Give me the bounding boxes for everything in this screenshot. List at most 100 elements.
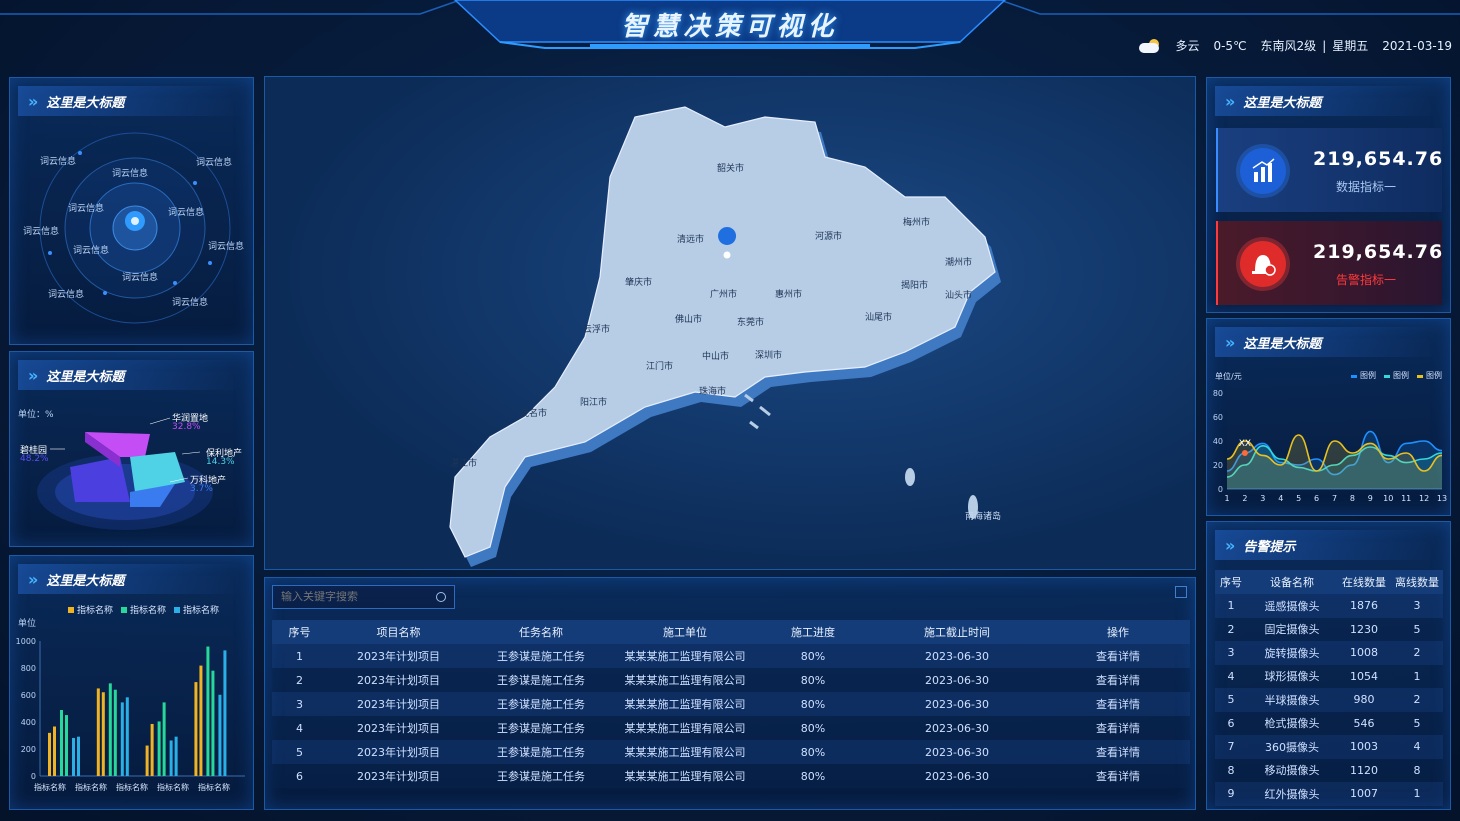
- kpi-label: 告警指标一: [1336, 273, 1397, 287]
- table-row: 9 红外摄像头 1007 1: [1215, 782, 1443, 806]
- table-row: 2 固定摄像头 1230 5: [1215, 617, 1443, 641]
- kpi-card-alarm: 219,654.76 告警指标一: [1216, 221, 1442, 305]
- table-cell: 2023-06-30: [868, 716, 1046, 740]
- bar: [53, 726, 56, 776]
- line-legend: 图例 图例 图例: [1351, 370, 1442, 381]
- weather-separator: |: [1322, 38, 1327, 53]
- bar: [77, 736, 80, 776]
- view-details-link[interactable]: 查看详情: [1046, 764, 1190, 788]
- table-cell: 2023-06-30: [868, 644, 1046, 668]
- city-label: 河源市: [815, 232, 843, 242]
- offline-count: 4: [1391, 735, 1443, 759]
- panel-title: 这里是大标题: [1243, 336, 1322, 352]
- chart-icon: [1240, 148, 1286, 194]
- table-cell: 1120: [1337, 758, 1391, 782]
- search-icon[interactable]: [436, 592, 446, 602]
- offline-count: 1: [1391, 664, 1443, 688]
- table-cell: 1876: [1337, 594, 1391, 618]
- city-label: 汕头市: [945, 291, 973, 301]
- view-details-link[interactable]: 查看详情: [1046, 716, 1190, 740]
- panel-alarm: » 告警提示 序号 设备名称 在线数量 离线数量 1 遥感摄像头 1876 3 2 固定摄…: [1206, 521, 1451, 810]
- table-row: 6 2023年计划项目 王参谋是施工任务 某某某施工监理有限公司 80% 2023-06-…: [272, 764, 1190, 788]
- panel-title: 这里是大标题: [46, 573, 125, 589]
- city-label: 梅州市: [903, 218, 931, 228]
- view-details-link[interactable]: 查看详情: [1046, 692, 1190, 716]
- x-tick-label: 指标名称: [34, 782, 66, 792]
- radar-label: 词云信息: [48, 290, 85, 300]
- table-cell: 半球摄像头: [1247, 688, 1337, 712]
- table-cell: 3: [272, 692, 327, 716]
- x-tick-label: 3: [1260, 494, 1265, 503]
- column-header: 施工单位: [612, 620, 758, 644]
- panel-header: » 这里是大标题: [18, 564, 245, 594]
- table-row: 2 2023年计划项目 王参谋是施工任务 某某某施工监理有限公司 80% 2023-06-…: [272, 668, 1190, 692]
- double-chevron-icon: »: [1225, 91, 1236, 111]
- table-cell: 王参谋是施工任务: [470, 668, 612, 692]
- bar: [108, 683, 112, 776]
- table-cell: 1003: [1337, 735, 1391, 759]
- table-cell: 360摄像头: [1247, 735, 1337, 759]
- table-cell: 枪式摄像头: [1247, 711, 1337, 735]
- table-row: 5 半球摄像头 980 2: [1215, 688, 1443, 712]
- pie-label-value: 3.7%: [190, 484, 213, 494]
- bar: [218, 694, 222, 776]
- table-cell: 80%: [758, 644, 868, 668]
- weather-weekday: 星期五: [1332, 39, 1369, 53]
- search-box[interactable]: [272, 585, 455, 609]
- line-chart: 8060402001 2 3 4 5 6 7 8 9 10 11 12 13XX: [1213, 389, 1447, 503]
- city-label: 清远市: [677, 235, 705, 245]
- bar: [169, 740, 173, 776]
- panel-header: » 这里是大标题: [18, 86, 245, 116]
- table-cell: 80%: [758, 740, 868, 764]
- table-cell: 某某某施工监理有限公司: [612, 764, 758, 788]
- table-row: 3 旋转摄像头 1008 2: [1215, 641, 1443, 665]
- table-cell: 980: [1337, 688, 1391, 712]
- table-row: 1 2023年计划项目 王参谋是施工任务 某某某施工监理有限公司 80% 2023-06-…: [272, 644, 1190, 668]
- alarm-icon: [1240, 241, 1286, 287]
- bar-chart: 10008006004002000指标名称 指标名称 指标名称 指标名称 指标名称: [16, 637, 245, 792]
- city-label: 汕尾市: [865, 313, 893, 323]
- x-tick-label: 9: [1368, 494, 1373, 503]
- table-cell: 某某某施工监理有限公司: [612, 644, 758, 668]
- offline-count: 3: [1391, 594, 1443, 618]
- bar: [96, 688, 100, 776]
- project-table: 序号 项目名称 任务名称 施工单位 施工进度 施工截止时间 操作 1 2023年计…: [272, 620, 1190, 788]
- header: 智慧决策可视化 多云 0-5℃ 东南风2级 | 星期五 2021-03-19: [0, 0, 1460, 60]
- column-header: 离线数量: [1391, 570, 1443, 594]
- table-row: 6 枪式摄像头 546 5: [1215, 711, 1443, 735]
- table-cell: 1054: [1337, 664, 1391, 688]
- table-row: 3 2023年计划项目 王参谋是施工任务 某某某施工监理有限公司 80% 2023-06-…: [272, 692, 1190, 716]
- column-header: 序号: [272, 620, 327, 644]
- table-row: 4 球形摄像头 1054 1: [1215, 664, 1443, 688]
- panel-header: » 这里是大标题: [1215, 86, 1442, 116]
- city-label: 中山市: [702, 352, 730, 362]
- city-label: 揭阳市: [901, 281, 929, 291]
- x-tick-label: 指标名称: [198, 782, 230, 792]
- bar: [211, 670, 215, 776]
- city-label: 东莞市: [737, 318, 765, 328]
- table-row: 4 2023年计划项目 王参谋是施工任务 某某某施工监理有限公司 80% 2023-06-…: [272, 716, 1190, 740]
- view-details-link[interactable]: 查看详情: [1046, 644, 1190, 668]
- bar: [145, 745, 149, 776]
- table-body: 1 2023年计划项目 王参谋是施工任务 某某某施工监理有限公司 80% 2023-06-…: [272, 644, 1190, 788]
- expand-icon[interactable]: [1175, 586, 1187, 598]
- offline-count: 2: [1391, 688, 1443, 712]
- view-details-link[interactable]: 查看详情: [1046, 668, 1190, 692]
- table-cell: 王参谋是施工任务: [470, 644, 612, 668]
- double-chevron-icon: »: [28, 91, 39, 111]
- legend-item: 指标名称: [68, 603, 113, 616]
- view-details-link[interactable]: 查看详情: [1046, 740, 1190, 764]
- partly-cloudy-icon: [1139, 38, 1161, 53]
- x-tick-label: 2: [1242, 494, 1247, 503]
- guangdong-map: [449, 106, 1001, 567]
- city-label: 茂名市: [520, 409, 548, 419]
- x-tick-label: 5: [1296, 494, 1301, 503]
- y-tick-label: 1000: [16, 637, 36, 646]
- search-input[interactable]: [281, 591, 436, 603]
- table-cell: 5: [272, 740, 327, 764]
- y-tick-label: 40: [1213, 437, 1223, 446]
- panel-radar: » 这里是大标题 词云信息 词云信息 词云信息 词云信息 词云信息 词云信息 词…: [9, 77, 254, 345]
- panel-title: 这里是大标题: [46, 369, 125, 385]
- table-cell: 2023-06-30: [868, 692, 1046, 716]
- table-cell: 2: [1215, 617, 1247, 641]
